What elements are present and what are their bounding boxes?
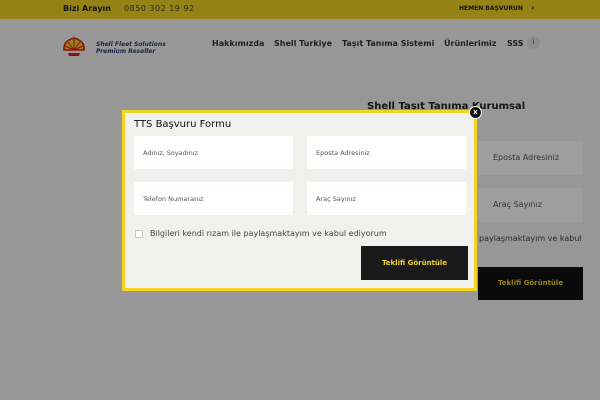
consent-checkbox[interactable] bbox=[135, 230, 143, 238]
email-input[interactable] bbox=[307, 136, 466, 169]
modal-title: TTS Başvuru Formu bbox=[134, 119, 232, 130]
vehicle-count-input[interactable] bbox=[307, 182, 466, 215]
application-form-modal: TTS Başvuru Formu x Bilgileri kendi rıza… bbox=[122, 106, 482, 291]
close-icon[interactable]: x bbox=[469, 106, 482, 119]
consent-label: Bilgileri kendi rızam ile paylaşmaktayım… bbox=[150, 229, 387, 238]
name-input[interactable] bbox=[134, 136, 293, 169]
view-offer-button[interactable]: Teklifi Görüntüle bbox=[361, 246, 468, 280]
phone-input[interactable] bbox=[134, 182, 293, 215]
